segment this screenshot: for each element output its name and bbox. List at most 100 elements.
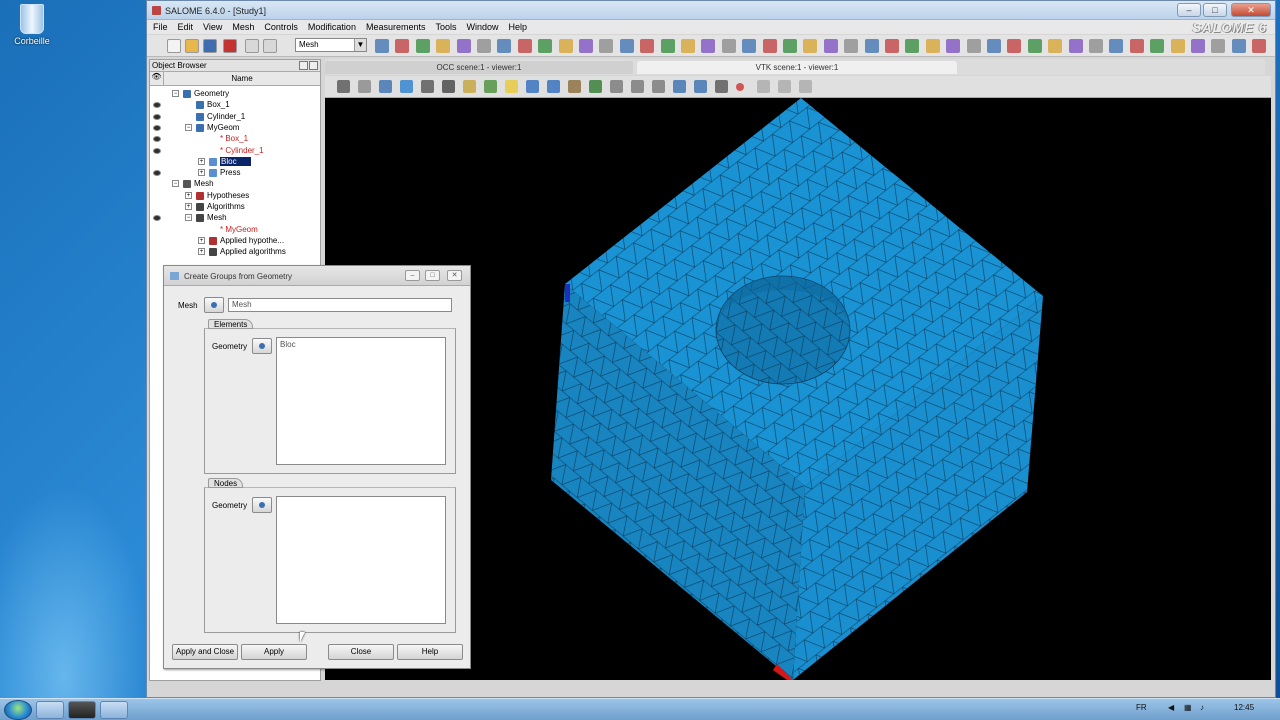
tree-item[interactable]: * Cylinder_1 bbox=[150, 146, 320, 157]
toolbar-icon[interactable] bbox=[1007, 39, 1022, 53]
tree-item[interactable]: + Applied algorithms bbox=[150, 247, 320, 258]
toolbar-icon[interactable] bbox=[905, 39, 920, 53]
viewer-tool-icon[interactable] bbox=[757, 80, 770, 93]
toolbar-icon[interactable] bbox=[415, 39, 430, 53]
expand-icon[interactable]: + bbox=[185, 203, 192, 210]
viewer-tool-icon[interactable] bbox=[442, 80, 455, 93]
toolbar-icon[interactable] bbox=[640, 39, 655, 53]
toolbar-icon[interactable] bbox=[203, 39, 217, 53]
viewer-tool-icon[interactable] bbox=[337, 80, 350, 93]
start-button[interactable] bbox=[4, 700, 32, 720]
toolbar-icon[interactable] bbox=[1129, 39, 1144, 53]
toolbar-icon[interactable] bbox=[1027, 39, 1042, 53]
toolbar-icon[interactable] bbox=[681, 39, 695, 53]
help-button[interactable]: Help bbox=[397, 644, 463, 660]
dialog-title-bar[interactable]: Create Groups from Geometry – □ ✕ bbox=[164, 266, 470, 286]
dialog-close-icon[interactable]: ✕ bbox=[447, 270, 462, 281]
module-combo[interactable]: Mesh ▼ bbox=[295, 38, 367, 52]
tree-item[interactable]: Box_1 bbox=[150, 100, 320, 111]
viewer-tool-icon[interactable] bbox=[379, 80, 392, 93]
eye-icon[interactable] bbox=[153, 102, 161, 109]
toolbar-icon[interactable] bbox=[497, 39, 512, 53]
toolbar-icon[interactable] bbox=[538, 39, 553, 53]
eye-icon[interactable] bbox=[153, 124, 161, 131]
toolbar-icon[interactable] bbox=[167, 39, 181, 53]
dialog-minimize-button[interactable]: – bbox=[405, 270, 420, 281]
toolbar-icon[interactable] bbox=[579, 39, 593, 53]
toolbar-icon[interactable] bbox=[223, 39, 237, 53]
menu-measurements[interactable]: Measurements bbox=[360, 20, 430, 32]
toolbar-icon[interactable] bbox=[599, 39, 614, 53]
close-window-button[interactable]: ✕ bbox=[1231, 3, 1271, 17]
toolbar-icon[interactable] bbox=[844, 39, 859, 53]
viewer-tool-icon[interactable] bbox=[799, 80, 812, 93]
collapse-icon[interactable]: − bbox=[185, 214, 192, 222]
toolbar-icon[interactable] bbox=[803, 39, 818, 53]
salome-taskbar-icon[interactable] bbox=[100, 701, 128, 719]
toolbar-icon[interactable] bbox=[885, 39, 899, 53]
tree-item[interactable]: * MyGeom bbox=[150, 225, 320, 236]
toolbar-icon[interactable] bbox=[263, 39, 277, 53]
toolbar-icon[interactable] bbox=[1170, 39, 1185, 53]
toolbar-icon[interactable] bbox=[1109, 39, 1124, 53]
toolbar-icon[interactable] bbox=[436, 39, 451, 53]
expand-icon[interactable]: + bbox=[198, 248, 205, 256]
collapse-icon[interactable]: − bbox=[172, 90, 179, 97]
viewer-tool-icon[interactable] bbox=[358, 80, 371, 93]
toolbar-icon[interactable] bbox=[517, 39, 532, 53]
toolbar-icon[interactable] bbox=[946, 39, 961, 53]
viewer-tool-icon[interactable] bbox=[610, 80, 623, 93]
eye-icon[interactable] bbox=[153, 215, 161, 222]
tree-item[interactable]: − MyGeom bbox=[150, 123, 320, 134]
toolbar-icon[interactable] bbox=[456, 39, 471, 53]
viewer-tool-icon[interactable] bbox=[631, 80, 644, 93]
float-panel-icon[interactable] bbox=[299, 61, 308, 70]
viewer-tool-icon[interactable] bbox=[568, 80, 581, 93]
menu-window[interactable]: Window bbox=[461, 20, 503, 32]
tree-item[interactable]: Cylinder_1 bbox=[150, 112, 320, 123]
toolbar-icon[interactable] bbox=[864, 39, 879, 53]
toolbar-icon[interactable] bbox=[925, 39, 940, 53]
tree-item[interactable]: − Mesh bbox=[150, 179, 320, 190]
viewer-tool-icon[interactable] bbox=[421, 80, 434, 93]
tray-arrow-icon[interactable]: ◀ bbox=[1168, 703, 1174, 712]
menu-modification[interactable]: Modification bbox=[302, 20, 360, 32]
title-bar[interactable]: SALOME 6.4.0 - [Study1] – □ ✕ bbox=[147, 1, 1275, 20]
toolbar-icon[interactable] bbox=[762, 39, 777, 53]
eye-icon[interactable] bbox=[153, 136, 161, 143]
expand-icon[interactable]: + bbox=[198, 157, 205, 165]
toolbar-icon[interactable] bbox=[1231, 39, 1246, 53]
viewer-tool-icon[interactable] bbox=[589, 80, 602, 93]
toolbar-icon[interactable] bbox=[245, 39, 259, 53]
toolbar-icon[interactable] bbox=[1048, 39, 1063, 53]
minimize-button[interactable]: – bbox=[1177, 3, 1201, 17]
recycle-bin-shortcut[interactable]: Corbeille bbox=[12, 4, 52, 46]
tree-item[interactable]: + Applied hypothe... bbox=[150, 236, 320, 247]
toolbar-icon[interactable] bbox=[1252, 39, 1267, 53]
tree-item[interactable]: − Mesh bbox=[150, 213, 320, 224]
toolbar-icon[interactable] bbox=[619, 39, 634, 53]
viewer-tool-icon[interactable] bbox=[505, 80, 518, 93]
menu-tools[interactable]: Tools bbox=[429, 20, 460, 32]
tray-volume-icon[interactable]: ♪ bbox=[1200, 703, 1204, 712]
toolbar-icon[interactable] bbox=[1211, 39, 1226, 53]
menu-controls[interactable]: Controls bbox=[258, 20, 302, 32]
toolbar-icon[interactable] bbox=[1068, 39, 1083, 53]
elements-geometry-list[interactable]: Bloc bbox=[276, 337, 446, 465]
menu-edit[interactable]: Edit bbox=[172, 20, 198, 32]
apply-button[interactable]: Apply bbox=[241, 644, 307, 660]
tree-item[interactable]: + Bloc bbox=[150, 156, 320, 168]
viewer-tool-icon[interactable] bbox=[715, 80, 728, 93]
toolbar-icon[interactable] bbox=[1150, 39, 1165, 53]
elements-geometry-select-button[interactable] bbox=[252, 338, 272, 354]
dialog-maximize-button[interactable]: □ bbox=[425, 270, 440, 281]
name-column-header[interactable]: Name bbox=[164, 74, 320, 83]
visibility-column-eye-icon[interactable]: 👁 bbox=[150, 72, 164, 85]
toolbar-icon[interactable] bbox=[375, 39, 389, 53]
tree-item[interactable]: − Geometry bbox=[150, 89, 320, 100]
toolbar-icon[interactable] bbox=[558, 39, 573, 53]
viewer-tool-icon[interactable] bbox=[652, 80, 665, 93]
tree-item[interactable]: + Algorithms bbox=[150, 202, 320, 213]
eye-icon[interactable] bbox=[153, 170, 161, 177]
menu-view[interactable]: View bbox=[197, 20, 226, 32]
